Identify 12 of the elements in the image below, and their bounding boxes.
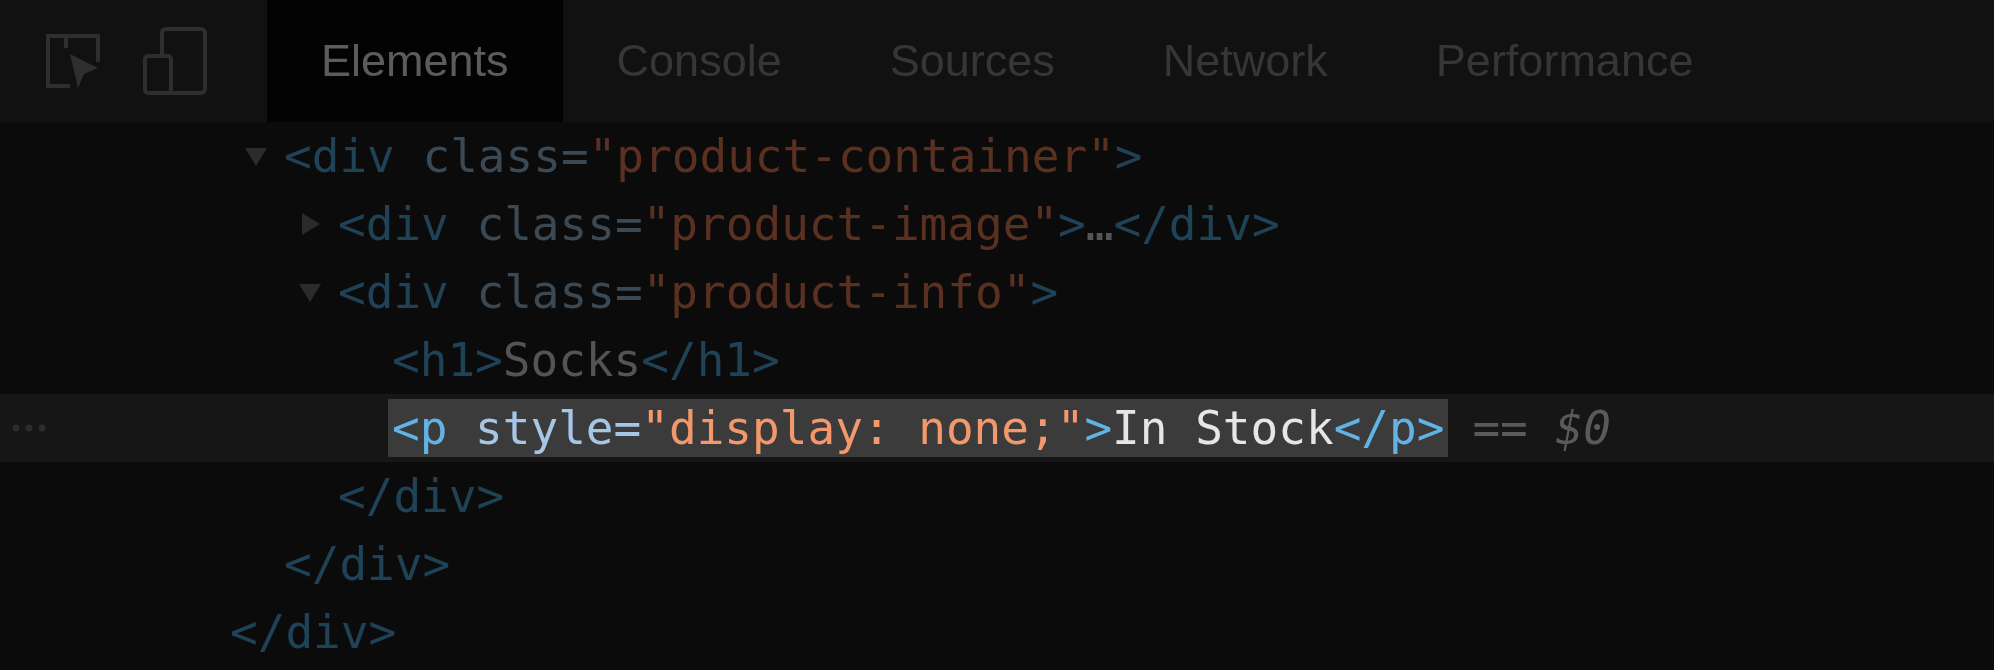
dom-node-line[interactable]: <h1>Socks</h1> <box>388 331 784 389</box>
console-reference: == $0 <box>1472 401 1611 455</box>
dom-node-line[interactable]: </div> <box>280 535 455 593</box>
dom-node-line[interactable]: </div> <box>226 603 401 661</box>
cursor-select-icon[interactable] <box>44 32 102 90</box>
devices-icon[interactable] <box>142 26 208 96</box>
dom-node-line[interactable]: <div class="product-image">…</div> <box>334 195 1284 253</box>
dom-node-line[interactable]: <div class="product-container"> <box>280 127 1147 185</box>
dom-node-line[interactable]: </div> <box>334 467 509 525</box>
dom-node-line[interactable]: <div class="product-info"> <box>334 263 1063 321</box>
selected-row[interactable]: <p style="display: none;">In Stock</p> == $0 <box>0 394 1994 462</box>
panel-tab[interactable]: Elements <box>267 0 563 122</box>
